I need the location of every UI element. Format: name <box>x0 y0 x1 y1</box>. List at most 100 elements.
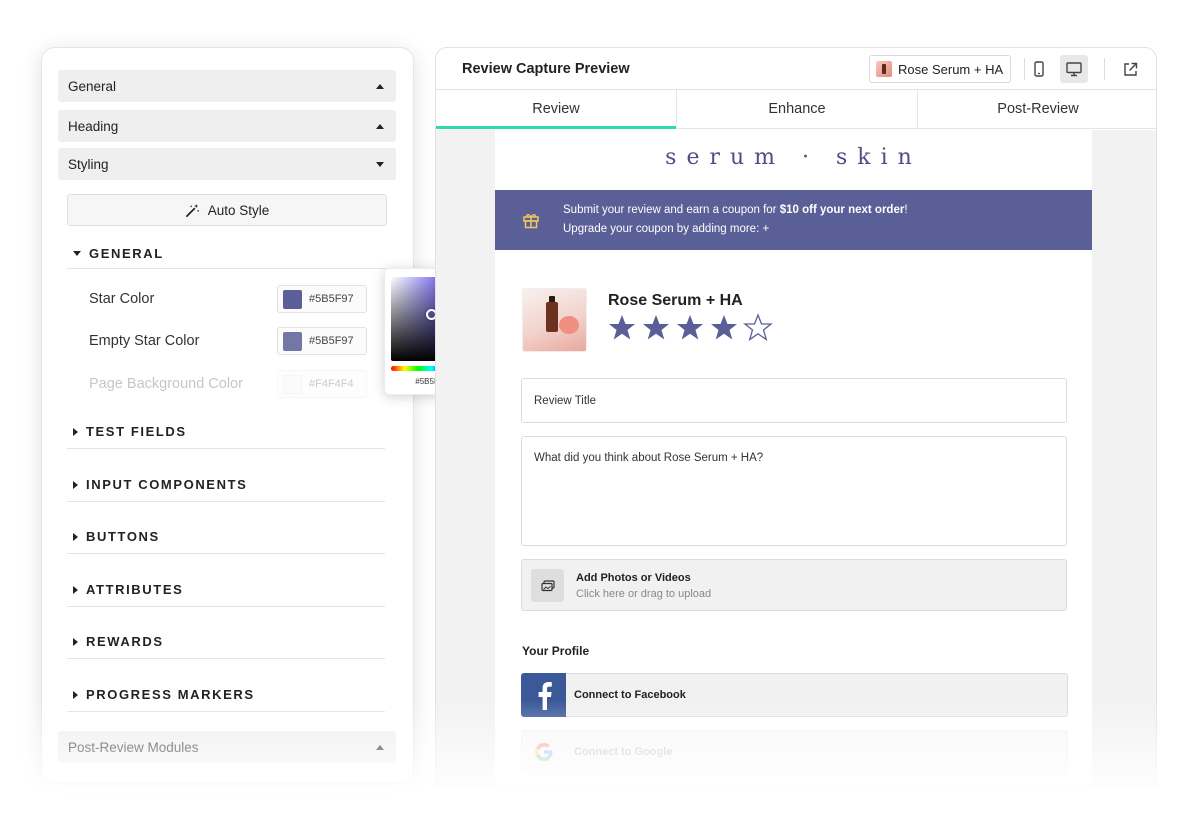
color-input-page-background[interactable]: #F4F4F4 <box>277 370 367 398</box>
preview-topbar: Review Capture Preview Rose Serum + HA <box>436 48 1156 90</box>
preview-tabs: Review Enhance Post-Review <box>436 90 1156 129</box>
star-rating[interactable] <box>607 313 773 342</box>
section-heading[interactable]: Heading <box>58 110 396 142</box>
color-row-label: Star Color <box>89 291 155 307</box>
color-row-empty-star: Empty Star Color #5B5F97 <box>89 327 367 355</box>
section-general-label: General <box>68 78 117 94</box>
tab-review[interactable]: Review <box>436 90 677 129</box>
mobile-icon <box>1034 61 1044 77</box>
media-upload[interactable]: Add Photos or Videos Click here or drag … <box>521 559 1067 611</box>
review-body-placeholder: What did you think about Rose Serum + HA… <box>534 452 764 464</box>
desktop-icon <box>1066 61 1082 76</box>
review-body-textarea[interactable]: What did you think about Rose Serum + HA… <box>521 436 1067 546</box>
subsection-label: INPUT COMPONENTS <box>86 477 248 492</box>
external-link-icon <box>1123 62 1137 76</box>
product-select-label: Rose Serum + HA <box>898 61 1004 77</box>
color-hex: #F4F4F4 <box>309 378 354 390</box>
auto-style-button[interactable]: Auto Style <box>67 194 387 226</box>
color-row-label: Empty Star Color <box>89 333 200 349</box>
caret-down-icon <box>376 161 384 167</box>
gift-icon <box>523 214 539 229</box>
triangle-right-icon <box>73 585 78 594</box>
subsection-attributes[interactable]: ATTRIBUTES <box>67 573 385 607</box>
product-image <box>522 288 587 352</box>
upload-subtitle: Click here or drag to upload <box>576 588 712 600</box>
section-general[interactable]: General <box>58 70 396 102</box>
color-row-star: Star Color #5B5F97 <box>89 285 367 313</box>
color-input-star[interactable]: #5B5F97 <box>277 285 367 313</box>
desktop-view-button[interactable] <box>1060 55 1088 83</box>
review-title-input[interactable]: Review Title <box>521 378 1067 423</box>
color-swatch <box>283 374 302 394</box>
preview-canvas: serum · skin Submit your review and earn… <box>436 130 1156 786</box>
profile-heading: Your Profile <box>522 644 590 658</box>
triangle-right-icon <box>73 532 78 541</box>
brand-logo: serum · skin <box>665 145 922 170</box>
reward-banner: Submit your review and earn a coupon for… <box>495 190 1092 250</box>
subsection-label: PROGRESS MARKERS <box>86 687 255 702</box>
caret-up-icon <box>376 123 384 129</box>
open-external-button[interactable] <box>1116 55 1144 83</box>
magic-wand-icon <box>185 203 200 217</box>
banner-text: Submit your review and earn a coupon for <box>563 204 780 216</box>
triangle-right-icon <box>73 690 78 699</box>
section-post-review-modules[interactable]: Post-Review Modules <box>58 731 396 763</box>
color-row-label: Page Background Color <box>89 376 243 392</box>
facebook-icon <box>521 673 566 717</box>
triangle-down-icon <box>73 250 81 256</box>
google-icon <box>521 730 566 774</box>
triangle-right-icon <box>73 637 78 646</box>
banner-line-2: Upgrade your coupon by adding more: + <box>563 223 770 235</box>
bottle <box>546 302 558 332</box>
preview-panel: Review Capture Preview Rose Serum + HA R… <box>435 47 1157 787</box>
color-hex: #5B5F97 <box>309 335 354 347</box>
preview-title: Review Capture Preview <box>462 61 630 77</box>
color-input-empty-star[interactable]: #5B5F97 <box>277 327 367 355</box>
upload-title: Add Photos or Videos <box>576 572 691 584</box>
subsection-input-components[interactable]: INPUT COMPONENTS <box>67 468 385 502</box>
subsection-label: REWARDS <box>86 634 164 649</box>
color-row-page-background: Page Background Color #F4F4F4 <box>89 370 367 398</box>
subsection-label: BUTTONS <box>86 529 160 544</box>
product-select[interactable]: Rose Serum + HA <box>869 55 1011 83</box>
connect-facebook-button[interactable]: Connect to Facebook <box>521 673 1068 717</box>
section-post-review-label: Post-Review Modules <box>68 739 199 755</box>
subsection-rewards[interactable]: REWARDS <box>67 625 385 659</box>
subsection-label: ATTRIBUTES <box>86 582 184 597</box>
star-empty-icon[interactable] <box>743 313 773 342</box>
facebook-label: Connect to Facebook <box>574 689 686 701</box>
review-title-placeholder: Review Title <box>534 394 596 407</box>
subsection-test-fields[interactable]: TEST FIELDS <box>67 415 385 449</box>
review-page: serum · skin Submit your review and earn… <box>495 130 1092 786</box>
tab-post-review[interactable]: Post-Review <box>918 90 1156 128</box>
divider <box>1104 58 1105 80</box>
caret-up-icon <box>376 83 384 89</box>
color-swatch <box>283 289 302 309</box>
triangle-right-icon <box>73 480 78 489</box>
subsection-buttons[interactable]: BUTTONS <box>67 520 385 554</box>
banner-text: ! <box>904 204 908 216</box>
caret-up-icon <box>376 744 384 750</box>
tab-enhance[interactable]: Enhance <box>677 90 918 128</box>
section-styling[interactable]: Styling <box>58 148 396 180</box>
subsection-general[interactable]: GENERAL <box>67 238 385 269</box>
color-hex: #5B5F97 <box>309 293 354 305</box>
star-filled-icon[interactable] <box>675 313 705 342</box>
photo-upload-icon <box>531 569 564 602</box>
mobile-view-button[interactable] <box>1025 55 1053 83</box>
star-filled-icon[interactable] <box>641 313 671 342</box>
star-filled-icon[interactable] <box>607 313 637 342</box>
color-swatch <box>283 331 302 351</box>
subsection-general-label: GENERAL <box>89 245 164 261</box>
section-heading-label: Heading <box>68 118 119 134</box>
section-styling-label: Styling <box>68 156 109 172</box>
star-filled-icon[interactable] <box>709 313 739 342</box>
settings-panel: General Heading Styling Auto Style GENER… <box>41 47 414 783</box>
connect-google-button[interactable]: Connect to Google <box>521 730 1068 774</box>
triangle-right-icon <box>73 427 78 436</box>
auto-style-label: Auto Style <box>207 202 270 218</box>
product-thumbnail-icon <box>876 61 892 77</box>
subsection-progress-markers[interactable]: PROGRESS MARKERS <box>67 678 385 712</box>
product-name: Rose Serum + HA <box>608 292 743 309</box>
subsection-label: TEST FIELDS <box>86 424 187 439</box>
